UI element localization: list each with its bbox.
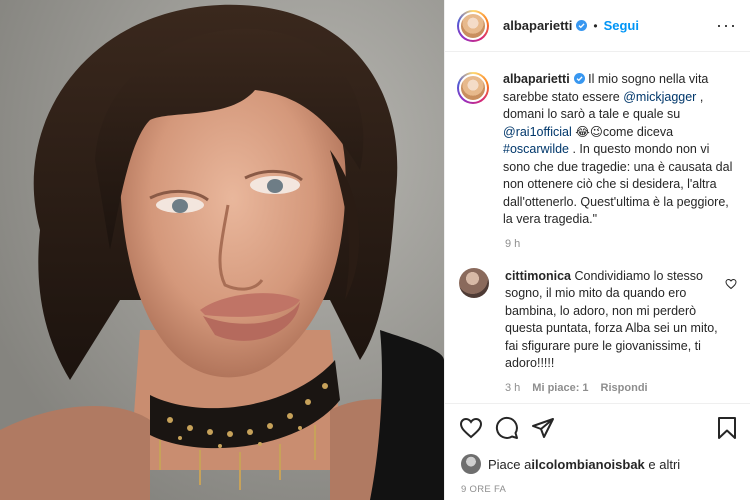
commenter-avatar[interactable] (459, 267, 489, 298)
verified-badge-icon (573, 73, 585, 84)
likes-suffix[interactable]: e altri (645, 457, 680, 472)
follow-button[interactable]: Segui (604, 18, 639, 33)
reply-button[interactable]: Rispondi (601, 382, 648, 394)
bookmark-icon[interactable] (715, 416, 739, 440)
comment-body: Condividiamo lo stesso sogno, il mio mit… (505, 268, 718, 371)
commenter-username[interactable]: cittimonica (505, 269, 571, 283)
instagram-post: albaparietti • Segui ··· albaparietti Il… (0, 0, 750, 500)
caption-part: 😂😉come diceva (571, 124, 674, 139)
caption-avatar[interactable] (457, 72, 489, 104)
caption: albaparietti Il mio sogno nella vita sar… (457, 71, 735, 229)
heart-icon[interactable] (459, 416, 483, 440)
comment-meta: 3 h Mi piace: 1 Rispondi (505, 382, 735, 394)
author-username[interactable]: albaparietti (503, 18, 572, 33)
comment-item: cittimonica Condividiamo lo stesso sogno… (457, 267, 737, 373)
hashtag-link[interactable]: #oscarwilde (503, 142, 569, 156)
author-avatar[interactable] (457, 9, 489, 42)
liker-avatar[interactable] (461, 454, 481, 474)
mention-link[interactable]: @mickjagger (623, 90, 696, 104)
verified-badge-icon (576, 20, 588, 31)
portrait-image (0, 0, 444, 500)
comments-list[interactable]: albaparietti Il mio sogno nella vita sar… (445, 53, 750, 403)
more-options-icon[interactable]: ··· (716, 16, 737, 34)
post-date[interactable]: 9 ORE FA (461, 484, 506, 495)
comment-text: cittimonica Condividiamo lo stesso sogno… (505, 268, 725, 373)
likes-prefix: Piace a (488, 456, 532, 472)
caption-username[interactable]: albaparietti (503, 72, 570, 86)
comment-icon[interactable] (495, 416, 519, 440)
comment-time[interactable]: 3 h (505, 382, 520, 394)
caption-text: albaparietti Il mio sogno nella vita sar… (503, 71, 735, 229)
comment-like-icon[interactable] (725, 278, 737, 290)
caption-time[interactable]: 9 h (505, 238, 735, 250)
action-bar (445, 403, 750, 451)
post-header: albaparietti • Segui ··· (445, 0, 750, 52)
separator-dot: • (593, 18, 598, 33)
mention-link[interactable]: @rai1official (503, 125, 572, 139)
comment-likes[interactable]: Mi piace: 1 (532, 382, 588, 394)
post-side-panel: albaparietti • Segui ··· albaparietti Il… (444, 0, 750, 500)
post-photo[interactable] (0, 0, 444, 500)
liker-username[interactable]: ilcolombianoisbak (531, 457, 644, 472)
share-icon[interactable] (531, 416, 555, 440)
likes-summary: Piace a ilcolombianoisbak e altri (461, 454, 680, 474)
